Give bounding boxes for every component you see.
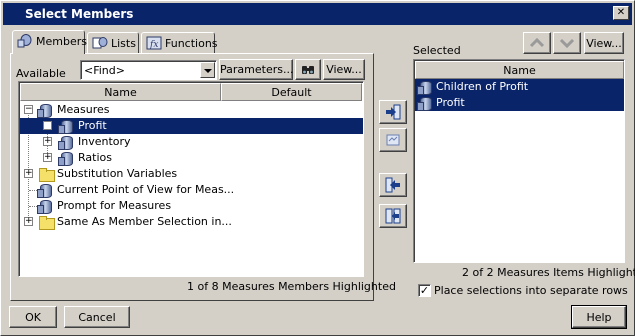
tab-lists[interactable]: Lists bbox=[87, 32, 139, 54]
tree-row-label: Inventory bbox=[78, 135, 131, 148]
selected-list[interactable]: Name Children of Profit Profit bbox=[413, 59, 625, 263]
place-rows-label: Place selections into separate rows bbox=[434, 284, 628, 297]
tree-row-ratios[interactable]: + Ratios bbox=[20, 150, 363, 166]
selected-row-children-of-profit[interactable]: Children of Profit bbox=[415, 79, 624, 95]
member-icon bbox=[58, 119, 74, 134]
folder-icon bbox=[38, 167, 55, 182]
collapse-icon[interactable]: − bbox=[24, 105, 33, 114]
selected-row-label: Profit bbox=[436, 96, 465, 109]
tab-members-label: Members bbox=[36, 35, 87, 48]
member-icon bbox=[37, 183, 53, 198]
folder-icon bbox=[38, 215, 55, 230]
member-icon bbox=[37, 103, 53, 118]
chevron-down-icon bbox=[559, 36, 575, 53]
column-header-default[interactable]: Default bbox=[221, 83, 362, 101]
column-header-name[interactable]: Name bbox=[20, 83, 221, 101]
tree-connector bbox=[29, 206, 37, 207]
selected-label: Selected bbox=[413, 44, 461, 57]
find-combobox[interactable]: <Find> bbox=[80, 60, 217, 80]
find-combobox-value: <Find> bbox=[84, 64, 125, 77]
remove-selected-button[interactable] bbox=[379, 173, 407, 197]
add-icon bbox=[385, 104, 401, 123]
selected-column-header-name[interactable]: Name bbox=[415, 61, 624, 79]
available-status: 1 of 8 Measures Members Highlighted bbox=[187, 280, 396, 293]
add-special-button[interactable] bbox=[379, 128, 407, 152]
available-tree[interactable]: Name Default − Measures Profit + Invento… bbox=[18, 81, 364, 277]
member-icon bbox=[417, 80, 433, 95]
member-icon bbox=[37, 199, 53, 214]
ok-button[interactable]: OK bbox=[9, 306, 57, 328]
expand-icon[interactable]: + bbox=[24, 169, 33, 178]
tree-row-label: Ratios bbox=[78, 151, 112, 164]
remove-all-button[interactable] bbox=[379, 204, 407, 228]
add-selected-button[interactable] bbox=[379, 100, 407, 124]
cancel-button[interactable]: Cancel bbox=[64, 306, 130, 328]
tree-row-current-pov[interactable]: Current Point of View for Meas... bbox=[20, 182, 363, 198]
tree-row-label: Same As Member Selection in... bbox=[57, 215, 232, 228]
add-special-icon bbox=[385, 132, 401, 151]
tab-functions[interactable]: fx Functions bbox=[141, 32, 218, 54]
parameters-button[interactable]: Parameters... bbox=[219, 59, 293, 80]
selected-view-button[interactable]: View... bbox=[584, 32, 624, 54]
leaf-box-icon bbox=[43, 121, 52, 130]
selected-status: 2 of 2 Measures Items Highlighted bbox=[462, 266, 635, 279]
remove-all-icon bbox=[385, 208, 401, 227]
close-button[interactable]: ✕ bbox=[613, 6, 629, 20]
expand-icon[interactable]: + bbox=[43, 153, 52, 162]
checkmark-icon: ✓ bbox=[419, 284, 430, 297]
tree-row-label: Prompt for Measures bbox=[57, 199, 172, 212]
member-icon bbox=[417, 96, 433, 111]
tree-row-prompt[interactable]: Prompt for Measures bbox=[20, 198, 363, 214]
expand-icon[interactable]: + bbox=[24, 217, 33, 226]
move-up-button[interactable] bbox=[523, 32, 551, 54]
tree-row-label: Measures bbox=[57, 103, 110, 116]
chevron-down-icon[interactable] bbox=[200, 62, 215, 78]
svg-text:fx: fx bbox=[149, 40, 158, 50]
remove-icon bbox=[385, 177, 401, 196]
functions-icon: fx bbox=[146, 36, 162, 53]
member-icon bbox=[58, 135, 74, 150]
search-button[interactable] bbox=[295, 59, 321, 80]
place-rows-checkbox[interactable]: ✓ bbox=[418, 284, 431, 297]
selected-row-profit[interactable]: Profit bbox=[415, 95, 624, 111]
lists-icon bbox=[92, 36, 108, 53]
tree-connector bbox=[29, 190, 37, 191]
tree-row-profit[interactable]: Profit bbox=[20, 118, 363, 134]
help-button[interactable]: Help bbox=[571, 305, 627, 329]
move-down-button[interactable] bbox=[553, 32, 581, 54]
tree-row-measures[interactable]: − Measures bbox=[20, 102, 363, 118]
expand-icon[interactable]: + bbox=[43, 137, 52, 146]
select-members-dialog: Select Members ✕ Members Lists fx Functi… bbox=[0, 0, 635, 336]
chevron-up-icon bbox=[529, 36, 545, 53]
members-icon bbox=[17, 34, 33, 51]
tree-row-label: Substitution Variables bbox=[57, 167, 178, 180]
tree-row-inventory[interactable]: + Inventory bbox=[20, 134, 363, 150]
tab-members[interactable]: Members bbox=[12, 30, 87, 54]
tree-row-label: Profit bbox=[78, 119, 107, 132]
available-view-button[interactable]: View... bbox=[323, 59, 365, 80]
window-title: Select Members bbox=[25, 7, 134, 21]
tab-lists-label: Lists bbox=[111, 37, 136, 50]
selected-row-label: Children of Profit bbox=[436, 80, 529, 93]
tree-row-substitution-variables[interactable]: + Substitution Variables bbox=[20, 166, 363, 182]
member-icon bbox=[58, 151, 74, 166]
tree-row-label: Current Point of View for Meas... bbox=[57, 183, 235, 196]
available-label: Available bbox=[16, 67, 66, 80]
tab-functions-label: Functions bbox=[165, 37, 218, 50]
title-bar[interactable]: Select Members ✕ bbox=[3, 3, 632, 25]
tree-row-same-as[interactable]: + Same As Member Selection in... bbox=[20, 214, 363, 230]
binoculars-icon bbox=[301, 63, 315, 79]
